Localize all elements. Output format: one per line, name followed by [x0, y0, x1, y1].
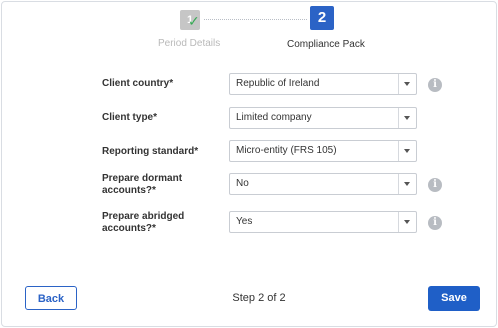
- stepper: 1 ✓ 2 Period Details Compliance Pack: [0, 0, 498, 60]
- info-icon[interactable]: i: [428, 78, 442, 92]
- client-country-label: Client country*: [102, 78, 174, 89]
- client-type-select[interactable]: Limited company: [229, 107, 417, 129]
- chevron-down-icon[interactable]: [398, 174, 416, 194]
- prepare-abridged-label: Prepare abridged accounts?*: [102, 211, 222, 235]
- info-icon[interactable]: i: [428, 216, 442, 230]
- client-country-select[interactable]: Republic of Ireland: [229, 73, 417, 95]
- checkmark-icon: ✓: [188, 13, 200, 29]
- chevron-down-icon[interactable]: [398, 141, 416, 161]
- chevron-down-icon[interactable]: [398, 108, 416, 128]
- step-indicator: Step 2 of 2: [232, 292, 286, 304]
- client-type-value: Limited company: [236, 112, 312, 123]
- step-2-number[interactable]: 2: [310, 6, 334, 30]
- prepare-dormant-value: No: [236, 178, 249, 189]
- prepare-abridged-label-line2: accounts?*: [102, 223, 156, 234]
- prepare-dormant-label-line1: Prepare dormant: [102, 173, 183, 184]
- chevron-down-icon[interactable]: [398, 74, 416, 94]
- step-1-label[interactable]: Period Details: [158, 38, 220, 49]
- reporting-standard-select[interactable]: Micro-entity (FRS 105): [229, 140, 417, 162]
- save-button[interactable]: Save: [428, 286, 480, 311]
- client-type-label: Client type*: [102, 112, 158, 123]
- reporting-standard-value: Micro-entity (FRS 105): [236, 145, 337, 156]
- step-2-label[interactable]: Compliance Pack: [287, 39, 365, 50]
- prepare-abridged-value: Yes: [236, 216, 253, 227]
- prepare-abridged-label-line1: Prepare abridged: [102, 211, 185, 222]
- reporting-standard-label: Reporting standard*: [102, 146, 199, 157]
- prepare-dormant-label: Prepare dormant accounts?*: [102, 173, 222, 197]
- prepare-dormant-select[interactable]: No: [229, 173, 417, 195]
- chevron-down-icon[interactable]: [398, 212, 416, 232]
- info-icon[interactable]: i: [428, 178, 442, 192]
- stepper-connector: [204, 19, 307, 21]
- prepare-dormant-label-line2: accounts?*: [102, 185, 156, 196]
- prepare-abridged-select[interactable]: Yes: [229, 211, 417, 233]
- client-country-value: Republic of Ireland: [236, 78, 320, 89]
